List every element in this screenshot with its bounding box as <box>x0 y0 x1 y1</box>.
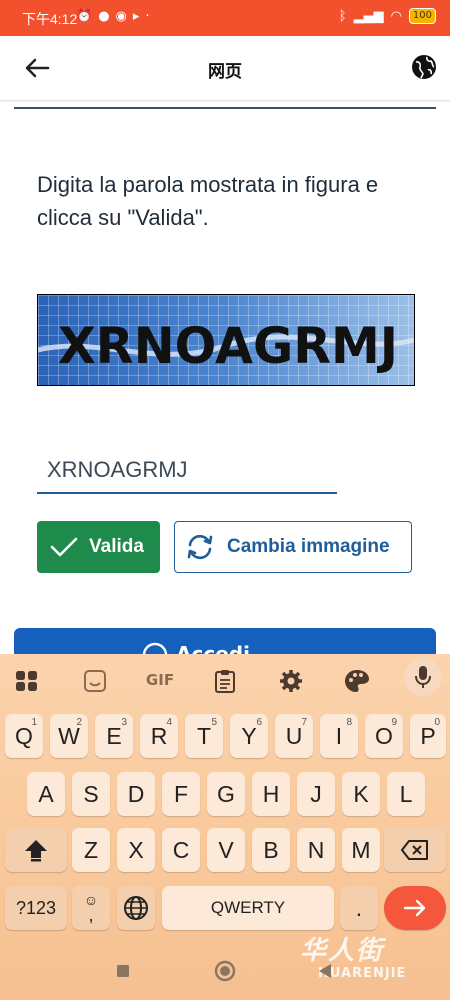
key-w[interactable]: W2 <box>50 714 88 758</box>
captcha-text: XRNOAGRMJ <box>58 317 398 375</box>
captcha-image: XRNOAGRMJ <box>37 294 415 386</box>
captcha-instructions: Digita la parola mostrata in figura e cl… <box>37 172 379 230</box>
sticker-icon[interactable] <box>80 668 110 694</box>
key-c[interactable]: C <box>162 828 200 872</box>
chat-icon: ● <box>98 9 110 24</box>
key-f[interactable]: F <box>162 772 200 816</box>
key-g[interactable]: G <box>207 772 245 816</box>
microphone-button[interactable] <box>404 658 442 696</box>
signal-icon: ▂▄▆ <box>353 8 384 24</box>
back-nav-icon[interactable] <box>318 963 332 979</box>
recents-icon[interactable] <box>116 964 130 978</box>
key-e[interactable]: E3 <box>95 714 133 758</box>
palette-icon[interactable] <box>342 668 372 694</box>
home-icon[interactable] <box>214 960 236 982</box>
battery-icon: 100 <box>408 8 436 24</box>
key-p[interactable]: P0 <box>410 714 446 758</box>
shift-key[interactable] <box>5 828 67 872</box>
key-j[interactable]: J <box>297 772 335 816</box>
globe-icon[interactable] <box>410 53 438 81</box>
app-icon: ◉ <box>115 9 127 24</box>
soft-keyboard: GIF Q1 W2 E3 R4 T5 Y6 U7 I8 O9 P0 A S D … <box>0 654 450 1000</box>
dot-icon: · <box>145 9 150 24</box>
valida-button[interactable]: Valida <box>37 521 160 573</box>
captcha-input[interactable] <box>37 448 337 494</box>
enter-key[interactable] <box>384 886 446 930</box>
status-bar: 下午4:12 ⏰ ● ◉ ▸ · ᛒ ▂▄▆ ◠ 100 <box>0 0 450 36</box>
apps-grid-icon[interactable] <box>12 668 42 694</box>
backspace-icon <box>401 840 428 860</box>
key-k[interactable]: K <box>342 772 380 816</box>
key-s[interactable]: S <box>72 772 110 816</box>
bluetooth-icon: ᛒ <box>338 8 347 24</box>
symbols-key[interactable]: ?123 <box>5 886 67 930</box>
key-x[interactable]: X <box>117 828 155 872</box>
system-nav-bar <box>0 954 450 1000</box>
key-d[interactable]: D <box>117 772 155 816</box>
space-key[interactable]: QWERTY <box>162 886 334 930</box>
globe-language-icon <box>124 896 148 920</box>
key-u[interactable]: U7 <box>275 714 313 758</box>
key-h[interactable]: H <box>252 772 290 816</box>
period-key[interactable]: . <box>340 886 378 930</box>
language-key[interactable] <box>117 886 155 930</box>
refresh-icon <box>187 534 213 560</box>
key-z[interactable]: Z <box>72 828 110 872</box>
key-l[interactable]: L <box>387 772 425 816</box>
system-icons: ᛒ ▂▄▆ ◠ 100 <box>339 8 436 24</box>
key-o[interactable]: O9 <box>365 714 403 758</box>
key-q[interactable]: Q1 <box>5 714 43 758</box>
key-v[interactable]: V <box>207 828 245 872</box>
cambia-immagine-button[interactable]: Cambia immagine <box>174 521 412 573</box>
status-time: 下午4:12 <box>22 11 78 27</box>
key-t[interactable]: T5 <box>185 714 223 758</box>
gif-button[interactable]: GIF <box>140 671 180 697</box>
wifi-icon: ◠ <box>390 8 402 24</box>
valida-label: Valida <box>89 536 144 557</box>
notification-icons: ⏰ ● ◉ ▸ · <box>76 9 150 24</box>
microphone-icon <box>415 666 431 688</box>
key-m[interactable]: M <box>342 828 380 872</box>
key-r[interactable]: R4 <box>140 714 178 758</box>
page-title: 网页 <box>208 62 242 82</box>
clipboard-icon[interactable] <box>210 668 240 694</box>
settings-gear-icon[interactable] <box>276 668 306 694</box>
alarm-icon: ⏰ <box>76 9 93 24</box>
checkmark-icon <box>50 537 78 557</box>
arrow-right-icon <box>403 899 426 917</box>
key-b[interactable]: B <box>252 828 290 872</box>
play-icon: ▸ <box>132 9 140 24</box>
app-header: 网页 <box>0 36 450 101</box>
cambia-label: Cambia immagine <box>227 536 390 557</box>
backspace-key[interactable] <box>384 828 446 872</box>
shift-icon <box>25 840 47 862</box>
key-n[interactable]: N <box>297 828 335 872</box>
key-y[interactable]: Y6 <box>230 714 268 758</box>
key-i[interactable]: I8 <box>320 714 358 758</box>
key-a[interactable]: A <box>27 772 65 816</box>
divider <box>14 107 436 109</box>
emoji-comma-key[interactable]: ☺ , <box>72 886 110 930</box>
